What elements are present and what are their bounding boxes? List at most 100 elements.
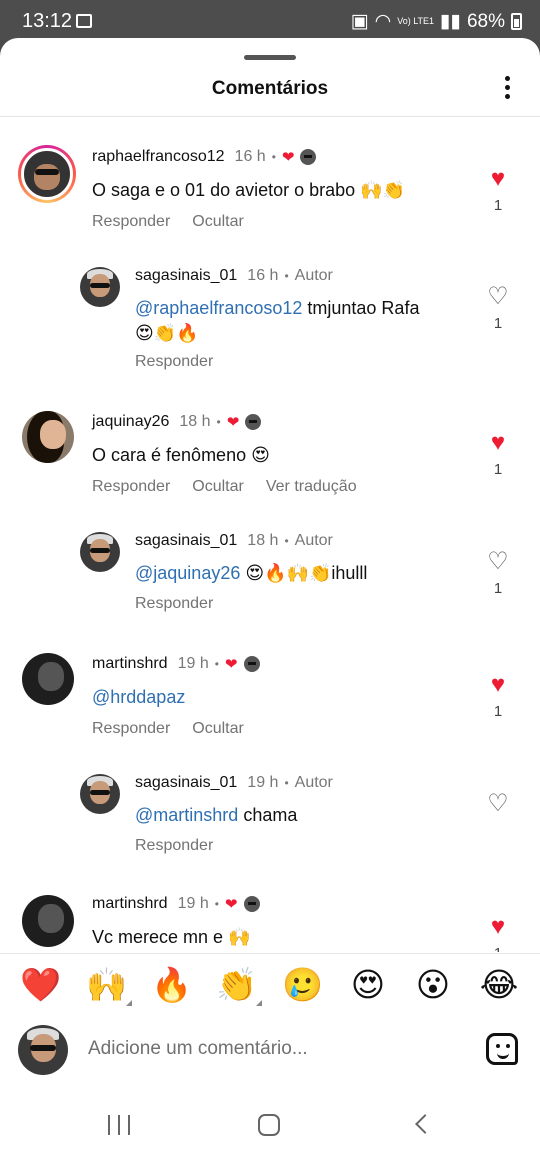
mention-link[interactable]: @hrddapaz [92, 687, 185, 707]
comment-text: O saga e o 01 do avietor o brabo 🙌👏 [92, 180, 406, 200]
mention-link[interactable]: @jaquinay26 [135, 563, 240, 583]
emoji-heart[interactable]: ❤️ [20, 966, 61, 1004]
comment-list[interactable]: raphaelfrancoso12 16 h • ❤ O saga e o 01… [0, 117, 540, 952]
like-control[interactable]: ♥ 1 [483, 673, 513, 721]
hide-button[interactable]: Ocultar [192, 478, 244, 496]
network-label: Vo) LTE1 [397, 16, 435, 26]
like-control[interactable]: ♡ 1 [483, 285, 513, 333]
separator: • [214, 657, 219, 671]
home-icon[interactable] [258, 1114, 280, 1136]
avatar[interactable] [80, 532, 120, 572]
comment-username[interactable]: sagasinais_01 [135, 532, 237, 550]
heart-filled-icon[interactable]: ♥ [483, 673, 513, 697]
comment-text: @martinshrd chama [135, 803, 297, 828]
comment-time: 19 h [177, 895, 209, 912]
drag-handle[interactable] [244, 55, 296, 60]
separator: • [284, 269, 289, 283]
like-control[interactable]: ♡ 1 [483, 550, 513, 598]
like-control[interactable]: ♥ 1 [483, 915, 513, 953]
sheet-title: Comentários [211, 78, 329, 99]
like-count: 1 [493, 197, 503, 214]
reply-item: sagasinais_01 19 h • Autor @martinshrd c… [0, 772, 540, 862]
comment-username[interactable]: raphaelfrancoso12 [92, 148, 225, 166]
reply-button[interactable]: Responder [135, 837, 213, 855]
comment-username[interactable]: sagasinais_01 [135, 267, 237, 285]
emoji-heart-eyes[interactable]: 😍 [348, 966, 388, 1004]
heart-outline-icon[interactable]: ♡ [483, 792, 513, 816]
comment-username[interactable]: martinshrd [92, 655, 168, 673]
reply-button[interactable]: Responder [92, 213, 170, 231]
like-count: 1 [483, 945, 513, 952]
recent-apps-icon[interactable] [108, 1115, 130, 1135]
avatar[interactable] [18, 145, 76, 203]
more-vertical-icon[interactable] [502, 76, 512, 102]
system-navigation-bar [0, 1088, 540, 1158]
status-time: 13:12 [22, 10, 73, 32]
comment-actions: Responder [135, 353, 213, 371]
like-control[interactable]: ♥ 1 [483, 431, 513, 479]
comment-actions: Responder Ocultar [92, 213, 244, 231]
emoji-surprised[interactable]: 😮 [413, 966, 453, 1004]
like-count: 1 [493, 315, 503, 332]
reply-button[interactable]: Responder [92, 478, 170, 496]
heart-filled-icon[interactable]: ♥ [483, 915, 513, 939]
comment-username[interactable]: sagasinais_01 [135, 774, 237, 792]
separator: • [216, 415, 221, 429]
gallery-notification-icon [76, 14, 92, 28]
sticker-icon[interactable] [486, 1033, 518, 1065]
avatar[interactable] [22, 411, 74, 463]
comment-actions: Responder [135, 595, 213, 613]
see-translation-button[interactable]: Ver tradução [266, 478, 357, 496]
comment-time: 18 h [247, 532, 279, 549]
comment-header: sagasinais_01 16 h • Autor [135, 267, 333, 285]
reply-button[interactable]: Responder [92, 720, 170, 738]
like-control[interactable]: ♥ 1 [483, 167, 513, 215]
creator-avatar [243, 656, 260, 672]
author-label: Autor [294, 267, 333, 284]
comment-item: jaquinay26 18 h • ❤ O cara é fenômeno 😍 … [0, 411, 540, 501]
hide-button[interactable]: Ocultar [192, 720, 244, 738]
current-user-avatar [18, 1025, 68, 1075]
mention-link[interactable]: @raphaelfrancoso12 [135, 298, 302, 318]
wifi-icon: ◠ [374, 11, 392, 32]
creator-liked-heart-icon: ❤ [224, 896, 238, 913]
reply-button[interactable]: Responder [135, 595, 213, 613]
comment-time: 19 h [177, 655, 209, 672]
comment-text: @raphaelfrancoso12 tmjuntao Rafa 😍👏🔥 [135, 296, 465, 346]
comment-username[interactable]: martinshrd [92, 895, 168, 913]
comment-text: Vc merece mn e 🙌 [92, 927, 251, 947]
emoji-clapping[interactable]: 👏 [216, 966, 262, 1006]
comment-username[interactable]: jaquinay26 [92, 413, 169, 431]
avatar[interactable] [22, 653, 74, 705]
emoji-raising-hands[interactable]: 🙌 [86, 966, 132, 1006]
comment-input[interactable]: Adicione um comentário... [88, 1038, 308, 1060]
like-control[interactable]: ♡ [483, 792, 513, 816]
avatar[interactable] [22, 895, 74, 947]
creator-avatar [300, 149, 317, 165]
heart-filled-icon[interactable]: ♥ [483, 431, 513, 455]
author-label: Autor [294, 774, 333, 791]
hide-button[interactable]: Ocultar [192, 213, 244, 231]
battery-level: 68% [466, 10, 505, 32]
reply-button[interactable]: Responder [135, 353, 213, 371]
emoji-fire[interactable]: 🔥 [151, 966, 192, 1004]
comment-body: chama [238, 805, 298, 825]
like-count: 1 [493, 580, 503, 597]
comment-header: martinshrd 19 h • ❤ [92, 895, 260, 913]
back-icon[interactable] [415, 1114, 435, 1134]
comment-text: O cara é fenômeno 😍 [92, 445, 270, 465]
heart-outline-icon[interactable]: ♡ [483, 550, 513, 574]
avatar[interactable] [80, 774, 120, 814]
heart-filled-icon[interactable]: ♥ [483, 167, 513, 191]
like-count: 1 [493, 703, 503, 720]
heart-outline-icon[interactable]: ♡ [483, 285, 513, 309]
mention-link[interactable]: @martinshrd [135, 805, 238, 825]
comment-time: 18 h [179, 413, 211, 430]
comment-time: 16 h [247, 267, 279, 284]
emoji-reaction-bar: ❤️ 🙌 🔥 👏 🥲 😍 😮 😂 [0, 953, 540, 1023]
signal-icon: ▮▮ [440, 11, 461, 32]
emoji-smiling-tear[interactable]: 🥲 [282, 966, 323, 1004]
emoji-laughing[interactable]: 😂 [479, 966, 519, 1004]
reply-item: sagasinais_01 16 h • Autor @raphaelfranc… [0, 265, 540, 375]
avatar[interactable] [80, 267, 120, 307]
